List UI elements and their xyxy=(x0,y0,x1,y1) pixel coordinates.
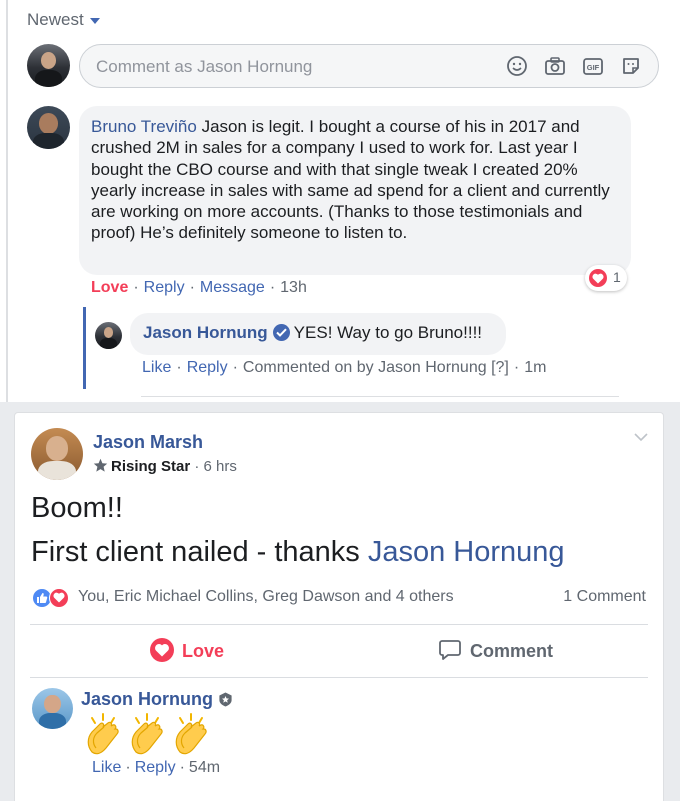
comment-bubble: Bruno Treviño Jason is legit. I bought a… xyxy=(79,106,631,275)
reacted-by-text[interactable]: You, Eric Michael Collins, Greg Dawson a… xyxy=(78,588,454,606)
reaction-count-badge[interactable]: 1 xyxy=(585,265,627,291)
reaction-count: 1 xyxy=(613,269,621,285)
current-user-avatar[interactable] xyxy=(27,44,70,87)
poster-name[interactable]: Jason Marsh xyxy=(93,432,203,453)
commenter-name: Jason Hornung xyxy=(81,689,233,710)
bruno-avatar[interactable] xyxy=(27,106,70,149)
post-timestamp[interactable]: 6 hrs xyxy=(204,458,237,475)
comment-input-placeholder: Comment as Jason Hornung xyxy=(96,57,313,76)
clap-emoji-icon xyxy=(175,713,207,755)
divider xyxy=(141,396,619,397)
comment-author[interactable]: Bruno Treviño xyxy=(91,117,197,136)
commenter-avatar[interactable] xyxy=(32,688,73,729)
comment-input[interactable]: Comment as Jason Hornung GIF xyxy=(79,44,659,88)
comment-button[interactable]: Comment xyxy=(438,638,553,667)
gif-icon[interactable]: GIF xyxy=(582,55,604,77)
post-text-line-2: First client nailed - thanks Jason Hornu… xyxy=(31,536,565,569)
reply-bubble: Jason Hornung YES! Way to go Bruno!!!! xyxy=(130,313,506,355)
comments-thread: Newest Comment as Jason Hornung GIF Brun… xyxy=(0,0,680,402)
love-reaction-icon[interactable] xyxy=(49,588,69,608)
sort-label: Newest xyxy=(27,10,84,29)
comment-text-block: Bruno Treviño Jason is legit. I bought a… xyxy=(91,116,621,244)
comment-actions: Like · Reply · 54m xyxy=(92,759,221,776)
commented-on-by[interactable]: Commented on by Jason Hornung [?] xyxy=(243,359,509,376)
comment-count[interactable]: 1 Comment xyxy=(563,588,646,606)
reactions-bar: You, Eric Michael Collins, Greg Dawson a… xyxy=(32,587,652,609)
commenter-name-link[interactable]: Jason Hornung xyxy=(81,689,213,709)
reply-author-avatar[interactable] xyxy=(95,322,122,349)
post-text: First client nailed - thanks xyxy=(31,536,368,568)
comment-timestamp[interactable]: 13h xyxy=(280,279,307,296)
message-link[interactable]: Message xyxy=(200,279,265,296)
reply-author[interactable]: Jason Hornung xyxy=(143,323,268,342)
reply-text: YES! Way to go Bruno!!!! xyxy=(293,323,483,342)
member-badge: Rising Star xyxy=(111,458,191,475)
comment-actions: Love · Reply · Message · 13h xyxy=(91,279,307,296)
reply-actions: Like · Reply · Commented on by Jason Hornung… xyxy=(142,359,547,376)
comment-icon xyxy=(438,638,462,667)
divider xyxy=(30,677,648,678)
sort-dropdown[interactable]: Newest xyxy=(27,10,100,30)
like-link[interactable]: Like xyxy=(92,759,121,776)
love-reaction-link[interactable]: Love xyxy=(91,279,128,296)
reply-link[interactable]: Reply xyxy=(135,759,176,776)
clap-emoji-icon xyxy=(87,713,119,755)
admin-badge-icon xyxy=(219,692,232,707)
sticker-icon[interactable] xyxy=(620,55,642,77)
heart-icon xyxy=(589,269,607,287)
clap-emojis xyxy=(84,712,210,756)
camera-icon[interactable] xyxy=(544,55,566,77)
star-icon xyxy=(93,458,108,472)
love-label: Love xyxy=(182,641,225,661)
poster-meta: Rising Star · 6 hrs xyxy=(93,458,237,475)
poster-avatar[interactable] xyxy=(31,428,83,480)
comment-label: Comment xyxy=(470,641,554,661)
chevron-down-icon[interactable] xyxy=(633,432,649,442)
post-text-line-1: Boom!! xyxy=(31,492,123,524)
love-button[interactable]: Love xyxy=(150,638,224,667)
reply-link[interactable]: Reply xyxy=(187,359,228,376)
emoji-icon[interactable] xyxy=(506,55,528,77)
verified-badge-icon xyxy=(272,324,290,341)
reply-link[interactable]: Reply xyxy=(144,279,185,296)
like-link[interactable]: Like xyxy=(142,359,171,376)
divider xyxy=(30,624,648,625)
reply-thread-line xyxy=(83,307,86,389)
clap-emoji-icon xyxy=(131,713,163,755)
tagged-user[interactable]: Jason Hornung xyxy=(368,536,565,568)
comment-timestamp[interactable]: 54m xyxy=(189,759,220,776)
thread-border xyxy=(6,0,8,402)
reply-timestamp[interactable]: 1m xyxy=(524,359,546,376)
love-icon xyxy=(150,638,174,667)
caret-down-icon xyxy=(89,17,100,24)
reply-text-block: Jason Hornung YES! Way to go Bruno!!!! xyxy=(143,323,482,343)
svg-text:GIF: GIF xyxy=(587,63,600,72)
